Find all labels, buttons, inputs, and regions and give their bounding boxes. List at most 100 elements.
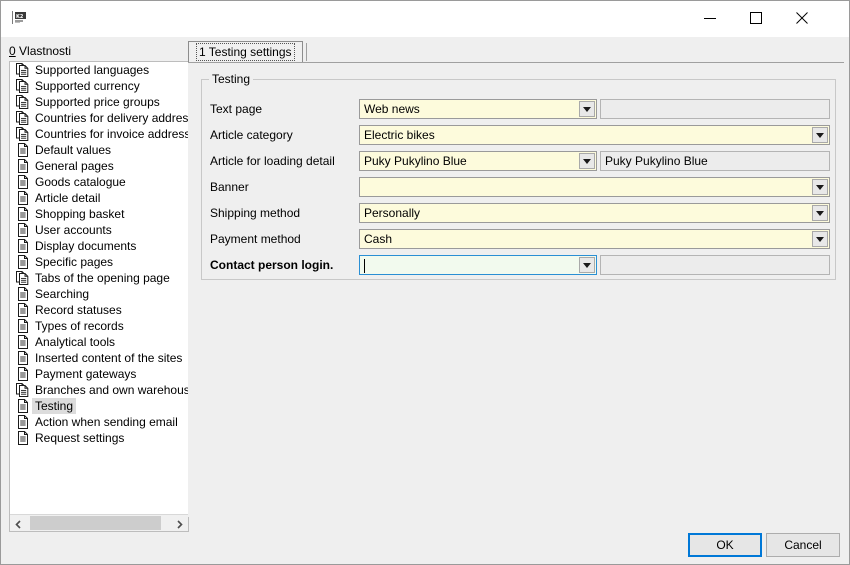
chevron-down-icon[interactable] [812,127,828,143]
document-icon [16,319,29,333]
sidebar-item-countries-for-delivery-addresse[interactable]: Countries for delivery addresse [10,110,188,126]
sidebar-item-display-documents[interactable]: Display documents [10,238,188,254]
tab-testing-settings[interactable]: 1 Testing settings [188,41,303,62]
sidebar-item-label: Article detail [35,190,100,206]
chevron-down-icon[interactable] [812,231,828,247]
sidebar-item-label: Request settings [35,430,124,446]
title-bar: K2 [1,1,850,37]
scroll-left-button[interactable] [10,515,27,531]
sidebar-item-label: User accounts [35,222,112,238]
sidebar-item-supported-languages[interactable]: Supported languages [10,62,188,78]
maximize-icon [733,12,779,24]
sidebar-item-label: Payment gateways [35,366,136,382]
chevron-left-icon [10,520,27,529]
sidebar-item-default-values[interactable]: Default values [10,142,188,158]
label-article-for-loading-detail: Article for loading detail [210,154,335,168]
chevron-down-icon[interactable] [812,205,828,221]
text-caret [364,259,365,273]
sidebar-item-label: Action when sending email [35,414,178,430]
sidebar-tree[interactable]: Supported languagesSupported currencySup… [10,62,188,512]
combobox-article-category[interactable]: Electric bikes [359,125,830,145]
label-text-page: Text page [210,102,262,116]
readonly-value-article-for-loading-detail: Puky Pukylino Blue [605,154,708,168]
chevron-down-icon[interactable] [579,153,595,169]
tab-label: 1 Testing settings [198,45,293,59]
multi-document-icon [16,63,29,77]
combobox-contact-person-login[interactable] [359,255,597,275]
combobox-shipping-method[interactable]: Personally [359,203,830,223]
minimize-button[interactable] [687,1,733,35]
readonly-field-contact-person-login [600,255,830,275]
sidebar-item-label: Supported currency [35,78,140,94]
form-row-article-for-loading-detail: Article for loading detail Puky Pukylino … [202,151,835,173]
sidebar-item-record-statuses[interactable]: Record statuses [10,302,188,318]
label-payment-method: Payment method [210,232,301,246]
sidebar-item-analytical-tools[interactable]: Analytical tools [10,334,188,350]
sidebar-item-specific-pages[interactable]: Specific pages [10,254,188,270]
document-icon [16,239,29,253]
sidebar-item-label: Display documents [35,238,136,254]
sidebar-item-label: Supported languages [35,62,149,78]
sidebar-item-inserted-content-of-the-sites[interactable]: Inserted content of the sites [10,350,188,366]
cancel-button[interactable]: Cancel [766,533,840,557]
app-icon: K2 [11,9,29,27]
chevron-down-icon[interactable] [812,179,828,195]
document-icon [16,303,29,317]
sidebar-item-goods-catalogue[interactable]: Goods catalogue [10,174,188,190]
sidebar-item-article-detail[interactable]: Article detail [10,190,188,206]
sidebar-item-searching[interactable]: Searching [10,286,188,302]
sidebar-item-user-accounts[interactable]: User accounts [10,222,188,238]
sidebar-item-tabs-of-the-opening-page[interactable]: Tabs of the opening page [10,270,188,286]
scroll-right-button[interactable] [171,515,188,531]
chevron-down-icon[interactable] [579,257,595,273]
ok-button[interactable]: OK [688,533,762,557]
combobox-article-for-loading-detail[interactable]: Puky Pukylino Blue [359,151,597,171]
sidebar-item-label: Testing [32,398,76,414]
combobox-banner[interactable] [359,177,830,197]
properties-dialog-window: K2 [0,0,850,565]
multi-document-icon [16,383,29,397]
readonly-field-text-page [600,99,830,119]
document-icon [16,335,29,349]
sidebar-item-label: Shopping basket [35,206,124,222]
close-button[interactable] [779,1,825,35]
sidebar-horizontal-scrollbar[interactable] [10,514,188,531]
sidebar-item-shopping-basket[interactable]: Shopping basket [10,206,188,222]
sidebar-item-label: Specific pages [35,254,113,270]
document-icon [16,255,29,269]
sidebar-item-label: Tabs of the opening page [35,270,170,286]
sidebar-item-testing[interactable]: Testing [10,398,188,414]
sidebar-item-supported-currency[interactable]: Supported currency [10,78,188,94]
sidebar-item-countries-for-invoice-addresse[interactable]: Countries for invoice addresse [10,126,188,142]
sidebar-item-request-settings[interactable]: Request settings [10,430,188,446]
form-row-article-category: Article category Electric bikes [202,125,835,147]
combobox-payment-method[interactable]: Cash [359,229,830,249]
chevron-down-icon[interactable] [579,101,595,117]
form-row-shipping-method: Shipping methodPersonally [202,203,835,225]
document-icon [16,223,29,237]
combobox-value-article-category: Electric bikes [364,128,435,142]
sidebar-item-payment-gateways[interactable]: Payment gateways [10,366,188,382]
form-row-contact-person-login: Contact person login. [202,255,835,277]
sidebar-item-types-of-records[interactable]: Types of records [10,318,188,334]
label-article-category: Article category [210,128,293,142]
sidebar-item-general-pages[interactable]: General pages [10,158,188,174]
sidebar-item-label: Record statuses [35,302,122,318]
sidebar-header-label: Vlastnosti [16,44,71,58]
combobox-value-article-for-loading-detail: Puky Pukylino Blue [364,154,467,168]
combobox-text-page[interactable]: Web news [359,99,597,119]
sidebar-header: 0 Vlastnosti [9,44,71,58]
maximize-button[interactable] [733,1,779,35]
form-row-banner: Banner [202,177,835,199]
document-icon [16,143,29,157]
document-icon [16,191,29,205]
multi-document-icon [16,111,29,125]
sidebar-item-action-when-sending-email[interactable]: Action when sending email [10,414,188,430]
document-icon [16,415,29,429]
scrollbar-thumb[interactable] [30,516,161,530]
sidebar-item-branches-and-own-warehouses[interactable]: Branches and own warehouses [10,382,188,398]
svg-text:K2: K2 [16,14,24,20]
sidebar-item-supported-price-groups[interactable]: Supported price groups [10,94,188,110]
document-icon [16,367,29,381]
combobox-value-payment-method: Cash [364,232,392,246]
